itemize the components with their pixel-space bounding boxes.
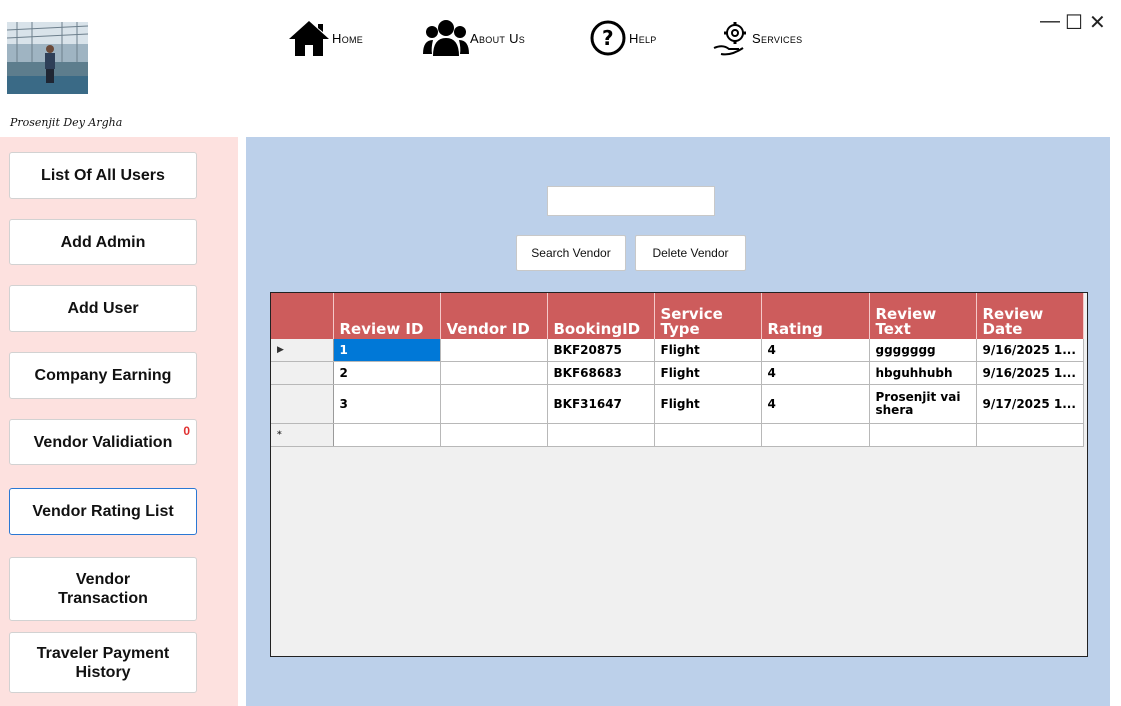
minimize-button[interactable]: — (1040, 10, 1060, 33)
sidebar-item-add-admin[interactable]: Add Admin (9, 219, 197, 265)
column-header[interactable]: Review ID (333, 293, 441, 339)
row-header-corner (271, 293, 334, 339)
nav-about-us-label: About Us (470, 30, 526, 46)
row-header[interactable] (271, 361, 334, 385)
sidebar: List Of All Users Add Admin Add User Com… (0, 137, 238, 706)
table-cell[interactable]: 2 (333, 361, 441, 385)
user-name: Prosenjit Dey Argha (10, 116, 123, 129)
sidebar-item-vendor-validiation[interactable]: Vendor Validiation 0 (9, 419, 197, 465)
nav-help-label: Help (629, 30, 657, 46)
column-header[interactable]: Vendor ID (440, 293, 548, 339)
table-cell[interactable]: 4 (761, 384, 870, 424)
search-input[interactable] (547, 186, 715, 216)
table-cell[interactable] (440, 339, 548, 362)
table-cell[interactable] (547, 423, 655, 447)
table-header-row: Review ID Vendor ID BookingID Service Ty… (271, 293, 1084, 339)
row-header[interactable] (271, 384, 334, 424)
nav-home-label: Home (332, 30, 364, 46)
delete-vendor-button[interactable]: Delete Vendor (635, 235, 746, 271)
table-cell[interactable]: hbguhhubh (869, 361, 977, 385)
table-cell[interactable] (761, 423, 870, 447)
table-row[interactable]: ▶ 1 BKF20875 Flight 4 ggggggg 9/16/2025 … (271, 339, 1084, 362)
table-cell[interactable] (654, 423, 762, 447)
search-vendor-button[interactable]: Search Vendor (516, 235, 626, 271)
help-icon: ? (588, 18, 628, 58)
new-row[interactable]: * (271, 423, 1084, 447)
table-cell[interactable]: Flight (654, 384, 762, 424)
nav-services-label: Services (752, 30, 803, 46)
maximize-button[interactable]: ☐ (1065, 10, 1083, 35)
column-header[interactable]: BookingID (547, 293, 655, 339)
table-cell[interactable]: 4 (761, 339, 870, 362)
users-icon (423, 18, 469, 58)
table-cell[interactable]: Flight (654, 339, 762, 362)
current-row-indicator[interactable]: ▶ (271, 339, 334, 362)
svg-text:?: ? (602, 26, 614, 50)
sidebar-item-list-of-all-users[interactable]: List Of All Users (9, 152, 197, 199)
table-cell[interactable]: 1 (333, 339, 441, 362)
nav-about-us[interactable]: About Us (423, 18, 525, 58)
table-cell[interactable]: 9/16/2025 1... (976, 339, 1084, 362)
table-cell[interactable]: BKF31647 (547, 384, 655, 424)
sidebar-item-vendor-transaction[interactable]: Vendor Transaction (9, 557, 197, 621)
table-cell[interactable]: 3 (333, 384, 441, 424)
table-cell[interactable]: BKF20875 (547, 339, 655, 362)
table-cell[interactable] (869, 423, 977, 447)
sidebar-item-company-earning[interactable]: Company Earning (9, 352, 197, 399)
nav-services[interactable]: Services (711, 18, 802, 58)
column-header[interactable]: Review Date (976, 293, 1084, 339)
close-button[interactable]: ✕ (1089, 10, 1106, 35)
column-header[interactable]: Service Type (654, 293, 762, 339)
main-panel: Search Vendor Delete Vendor Review ID Ve… (246, 137, 1110, 706)
reviews-grid[interactable]: Review ID Vendor ID BookingID Service Ty… (270, 292, 1088, 657)
table-cell[interactable]: Prosenjit vai shera (869, 384, 977, 424)
table-cell[interactable] (440, 384, 548, 424)
table-cell[interactable] (440, 361, 548, 385)
table-row[interactable]: 3 BKF31647 Flight 4 Prosenjit vai shera … (271, 384, 1084, 424)
table-cell[interactable]: Flight (654, 361, 762, 385)
table-cell[interactable]: 9/16/2025 1... (976, 361, 1084, 385)
table-cell[interactable] (333, 423, 441, 447)
nav-home[interactable]: Home (287, 18, 363, 58)
table-cell[interactable]: 4 (761, 361, 870, 385)
table-cell[interactable]: 9/17/2025 1... (976, 384, 1084, 424)
home-icon (287, 18, 331, 58)
notification-badge: 0 (183, 424, 190, 438)
reviews-table: Review ID Vendor ID BookingID Service Ty… (271, 293, 1084, 447)
table-cell[interactable]: BKF68683 (547, 361, 655, 385)
new-row-indicator[interactable]: * (271, 423, 334, 447)
column-header[interactable]: Review Text (869, 293, 977, 339)
table-cell[interactable] (976, 423, 1084, 447)
sidebar-item-traveler-payment-history[interactable]: Traveler Payment History (9, 632, 197, 693)
column-header[interactable]: Rating (761, 293, 870, 339)
table-cell[interactable] (440, 423, 548, 447)
sidebar-item-vendor-rating-list[interactable]: Vendor Rating List (9, 488, 197, 535)
sidebar-item-add-user[interactable]: Add User (9, 285, 197, 332)
services-icon (711, 18, 751, 58)
nav-help[interactable]: ? Help (588, 18, 657, 58)
table-cell[interactable]: ggggggg (869, 339, 977, 362)
avatar (7, 22, 88, 94)
table-row[interactable]: 2 BKF68683 Flight 4 hbguhhubh 9/16/2025 … (271, 361, 1084, 385)
